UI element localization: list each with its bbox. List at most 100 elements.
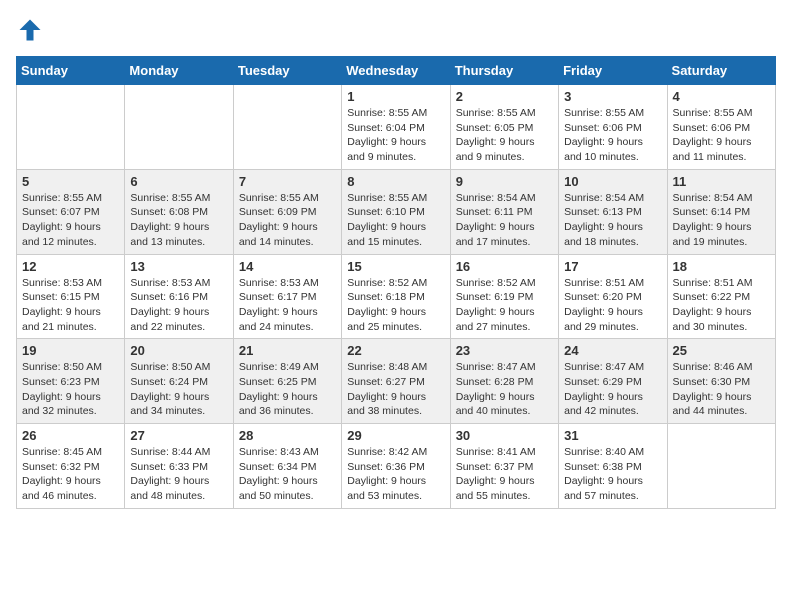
page-header (16, 16, 776, 44)
cell-details: Sunrise: 8:49 AM Sunset: 6:25 PM Dayligh… (239, 360, 336, 419)
cell-details: Sunrise: 8:54 AM Sunset: 6:14 PM Dayligh… (673, 191, 770, 250)
day-number: 14 (239, 259, 336, 274)
weekday-header: Sunday (17, 57, 125, 85)
calendar-cell (667, 424, 775, 509)
calendar-cell (125, 85, 233, 170)
day-number: 8 (347, 174, 444, 189)
weekday-header: Monday (125, 57, 233, 85)
cell-details: Sunrise: 8:55 AM Sunset: 6:10 PM Dayligh… (347, 191, 444, 250)
calendar-cell: 15 Sunrise: 8:52 AM Sunset: 6:18 PM Dayli… (342, 254, 450, 339)
day-number: 9 (456, 174, 553, 189)
calendar-cell: 26 Sunrise: 8:45 AM Sunset: 6:32 PM Dayli… (17, 424, 125, 509)
day-number: 20 (130, 343, 227, 358)
cell-details: Sunrise: 8:53 AM Sunset: 6:16 PM Dayligh… (130, 276, 227, 335)
calendar-cell: 31 Sunrise: 8:40 AM Sunset: 6:38 PM Dayli… (559, 424, 667, 509)
cell-details: Sunrise: 8:52 AM Sunset: 6:19 PM Dayligh… (456, 276, 553, 335)
cell-details: Sunrise: 8:46 AM Sunset: 6:30 PM Dayligh… (673, 360, 770, 419)
day-number: 30 (456, 428, 553, 443)
cell-details: Sunrise: 8:44 AM Sunset: 6:33 PM Dayligh… (130, 445, 227, 504)
calendar-cell: 12 Sunrise: 8:53 AM Sunset: 6:15 PM Dayli… (17, 254, 125, 339)
weekday-header: Thursday (450, 57, 558, 85)
calendar-cell: 8 Sunrise: 8:55 AM Sunset: 6:10 PM Daylig… (342, 169, 450, 254)
day-number: 25 (673, 343, 770, 358)
calendar-cell: 1 Sunrise: 8:55 AM Sunset: 6:04 PM Daylig… (342, 85, 450, 170)
day-number: 17 (564, 259, 661, 274)
calendar-cell: 25 Sunrise: 8:46 AM Sunset: 6:30 PM Dayli… (667, 339, 775, 424)
day-number: 11 (673, 174, 770, 189)
cell-details: Sunrise: 8:55 AM Sunset: 6:08 PM Dayligh… (130, 191, 227, 250)
cell-details: Sunrise: 8:55 AM Sunset: 6:06 PM Dayligh… (564, 106, 661, 165)
cell-details: Sunrise: 8:42 AM Sunset: 6:36 PM Dayligh… (347, 445, 444, 504)
calendar-cell: 4 Sunrise: 8:55 AM Sunset: 6:06 PM Daylig… (667, 85, 775, 170)
cell-details: Sunrise: 8:50 AM Sunset: 6:23 PM Dayligh… (22, 360, 119, 419)
calendar-header-row: SundayMondayTuesdayWednesdayThursdayFrid… (17, 57, 776, 85)
weekday-header: Friday (559, 57, 667, 85)
day-number: 1 (347, 89, 444, 104)
logo-icon (16, 16, 44, 44)
calendar-table: SundayMondayTuesdayWednesdayThursdayFrid… (16, 56, 776, 509)
cell-details: Sunrise: 8:55 AM Sunset: 6:09 PM Dayligh… (239, 191, 336, 250)
day-number: 31 (564, 428, 661, 443)
calendar-cell: 3 Sunrise: 8:55 AM Sunset: 6:06 PM Daylig… (559, 85, 667, 170)
weekday-header: Tuesday (233, 57, 341, 85)
cell-details: Sunrise: 8:45 AM Sunset: 6:32 PM Dayligh… (22, 445, 119, 504)
cell-details: Sunrise: 8:54 AM Sunset: 6:13 PM Dayligh… (564, 191, 661, 250)
calendar-cell: 22Sunrise: 8:48 AM Sunset: 6:27 PM Dayli… (342, 339, 450, 424)
calendar-week-row: 5Sunrise: 8:55 AM Sunset: 6:07 PM Daylig… (17, 169, 776, 254)
calendar-cell: 11 Sunrise: 8:54 AM Sunset: 6:14 PM Dayli… (667, 169, 775, 254)
day-number: 10 (564, 174, 661, 189)
day-number: 19 (22, 343, 119, 358)
day-number: 3 (564, 89, 661, 104)
day-number: 15 (347, 259, 444, 274)
cell-details: Sunrise: 8:47 AM Sunset: 6:28 PM Dayligh… (456, 360, 553, 419)
cell-details: Sunrise: 8:51 AM Sunset: 6:20 PM Dayligh… (564, 276, 661, 335)
calendar-cell: 18Sunrise: 8:51 AM Sunset: 6:22 PM Dayli… (667, 254, 775, 339)
calendar-cell: 23 Sunrise: 8:47 AM Sunset: 6:28 PM Dayli… (450, 339, 558, 424)
calendar-cell: 21 Sunrise: 8:49 AM Sunset: 6:25 PM Dayli… (233, 339, 341, 424)
day-number: 18 (673, 259, 770, 274)
cell-details: Sunrise: 8:48 AM Sunset: 6:27 PM Dayligh… (347, 360, 444, 419)
calendar-week-row: 19 Sunrise: 8:50 AM Sunset: 6:23 PM Dayli… (17, 339, 776, 424)
day-number: 4 (673, 89, 770, 104)
calendar-cell (17, 85, 125, 170)
weekday-header: Wednesday (342, 57, 450, 85)
calendar-week-row: 12 Sunrise: 8:53 AM Sunset: 6:15 PM Dayli… (17, 254, 776, 339)
calendar-cell: 13 Sunrise: 8:53 AM Sunset: 6:16 PM Dayli… (125, 254, 233, 339)
calendar-cell: 20 Sunrise: 8:50 AM Sunset: 6:24 PM Dayli… (125, 339, 233, 424)
calendar-week-row: 26 Sunrise: 8:45 AM Sunset: 6:32 PM Dayli… (17, 424, 776, 509)
calendar-cell: 19 Sunrise: 8:50 AM Sunset: 6:23 PM Dayli… (17, 339, 125, 424)
day-number: 28 (239, 428, 336, 443)
calendar-cell: 10 Sunrise: 8:54 AM Sunset: 6:13 PM Dayli… (559, 169, 667, 254)
cell-details: Sunrise: 8:54 AM Sunset: 6:11 PM Dayligh… (456, 191, 553, 250)
calendar-cell: 7 Sunrise: 8:55 AM Sunset: 6:09 PM Daylig… (233, 169, 341, 254)
day-number: 29 (347, 428, 444, 443)
cell-details: Sunrise: 8:43 AM Sunset: 6:34 PM Dayligh… (239, 445, 336, 504)
cell-details: Sunrise: 8:40 AM Sunset: 6:38 PM Dayligh… (564, 445, 661, 504)
weekday-header: Saturday (667, 57, 775, 85)
calendar-cell: 6 Sunrise: 8:55 AM Sunset: 6:08 PM Daylig… (125, 169, 233, 254)
cell-details: Sunrise: 8:52 AM Sunset: 6:18 PM Dayligh… (347, 276, 444, 335)
day-number: 2 (456, 89, 553, 104)
cell-details: Sunrise: 8:53 AM Sunset: 6:15 PM Dayligh… (22, 276, 119, 335)
cell-details: Sunrise: 8:55 AM Sunset: 6:06 PM Dayligh… (673, 106, 770, 165)
cell-details: Sunrise: 8:55 AM Sunset: 6:04 PM Dayligh… (347, 106, 444, 165)
day-number: 13 (130, 259, 227, 274)
cell-details: Sunrise: 8:55 AM Sunset: 6:07 PM Dayligh… (22, 191, 119, 250)
calendar-cell: 9 Sunrise: 8:54 AM Sunset: 6:11 PM Daylig… (450, 169, 558, 254)
day-number: 26 (22, 428, 119, 443)
calendar-cell: 29 Sunrise: 8:42 AM Sunset: 6:36 PM Dayli… (342, 424, 450, 509)
day-number: 7 (239, 174, 336, 189)
calendar-week-row: 1 Sunrise: 8:55 AM Sunset: 6:04 PM Daylig… (17, 85, 776, 170)
cell-details: Sunrise: 8:50 AM Sunset: 6:24 PM Dayligh… (130, 360, 227, 419)
day-number: 23 (456, 343, 553, 358)
day-number: 24 (564, 343, 661, 358)
calendar-cell: 5Sunrise: 8:55 AM Sunset: 6:07 PM Daylig… (17, 169, 125, 254)
calendar-cell: 2Sunrise: 8:55 AM Sunset: 6:05 PM Daylig… (450, 85, 558, 170)
calendar-cell (233, 85, 341, 170)
calendar-cell: 27 Sunrise: 8:44 AM Sunset: 6:33 PM Dayli… (125, 424, 233, 509)
calendar-cell: 28 Sunrise: 8:43 AM Sunset: 6:34 PM Dayli… (233, 424, 341, 509)
day-number: 27 (130, 428, 227, 443)
day-number: 12 (22, 259, 119, 274)
day-number: 6 (130, 174, 227, 189)
day-number: 21 (239, 343, 336, 358)
